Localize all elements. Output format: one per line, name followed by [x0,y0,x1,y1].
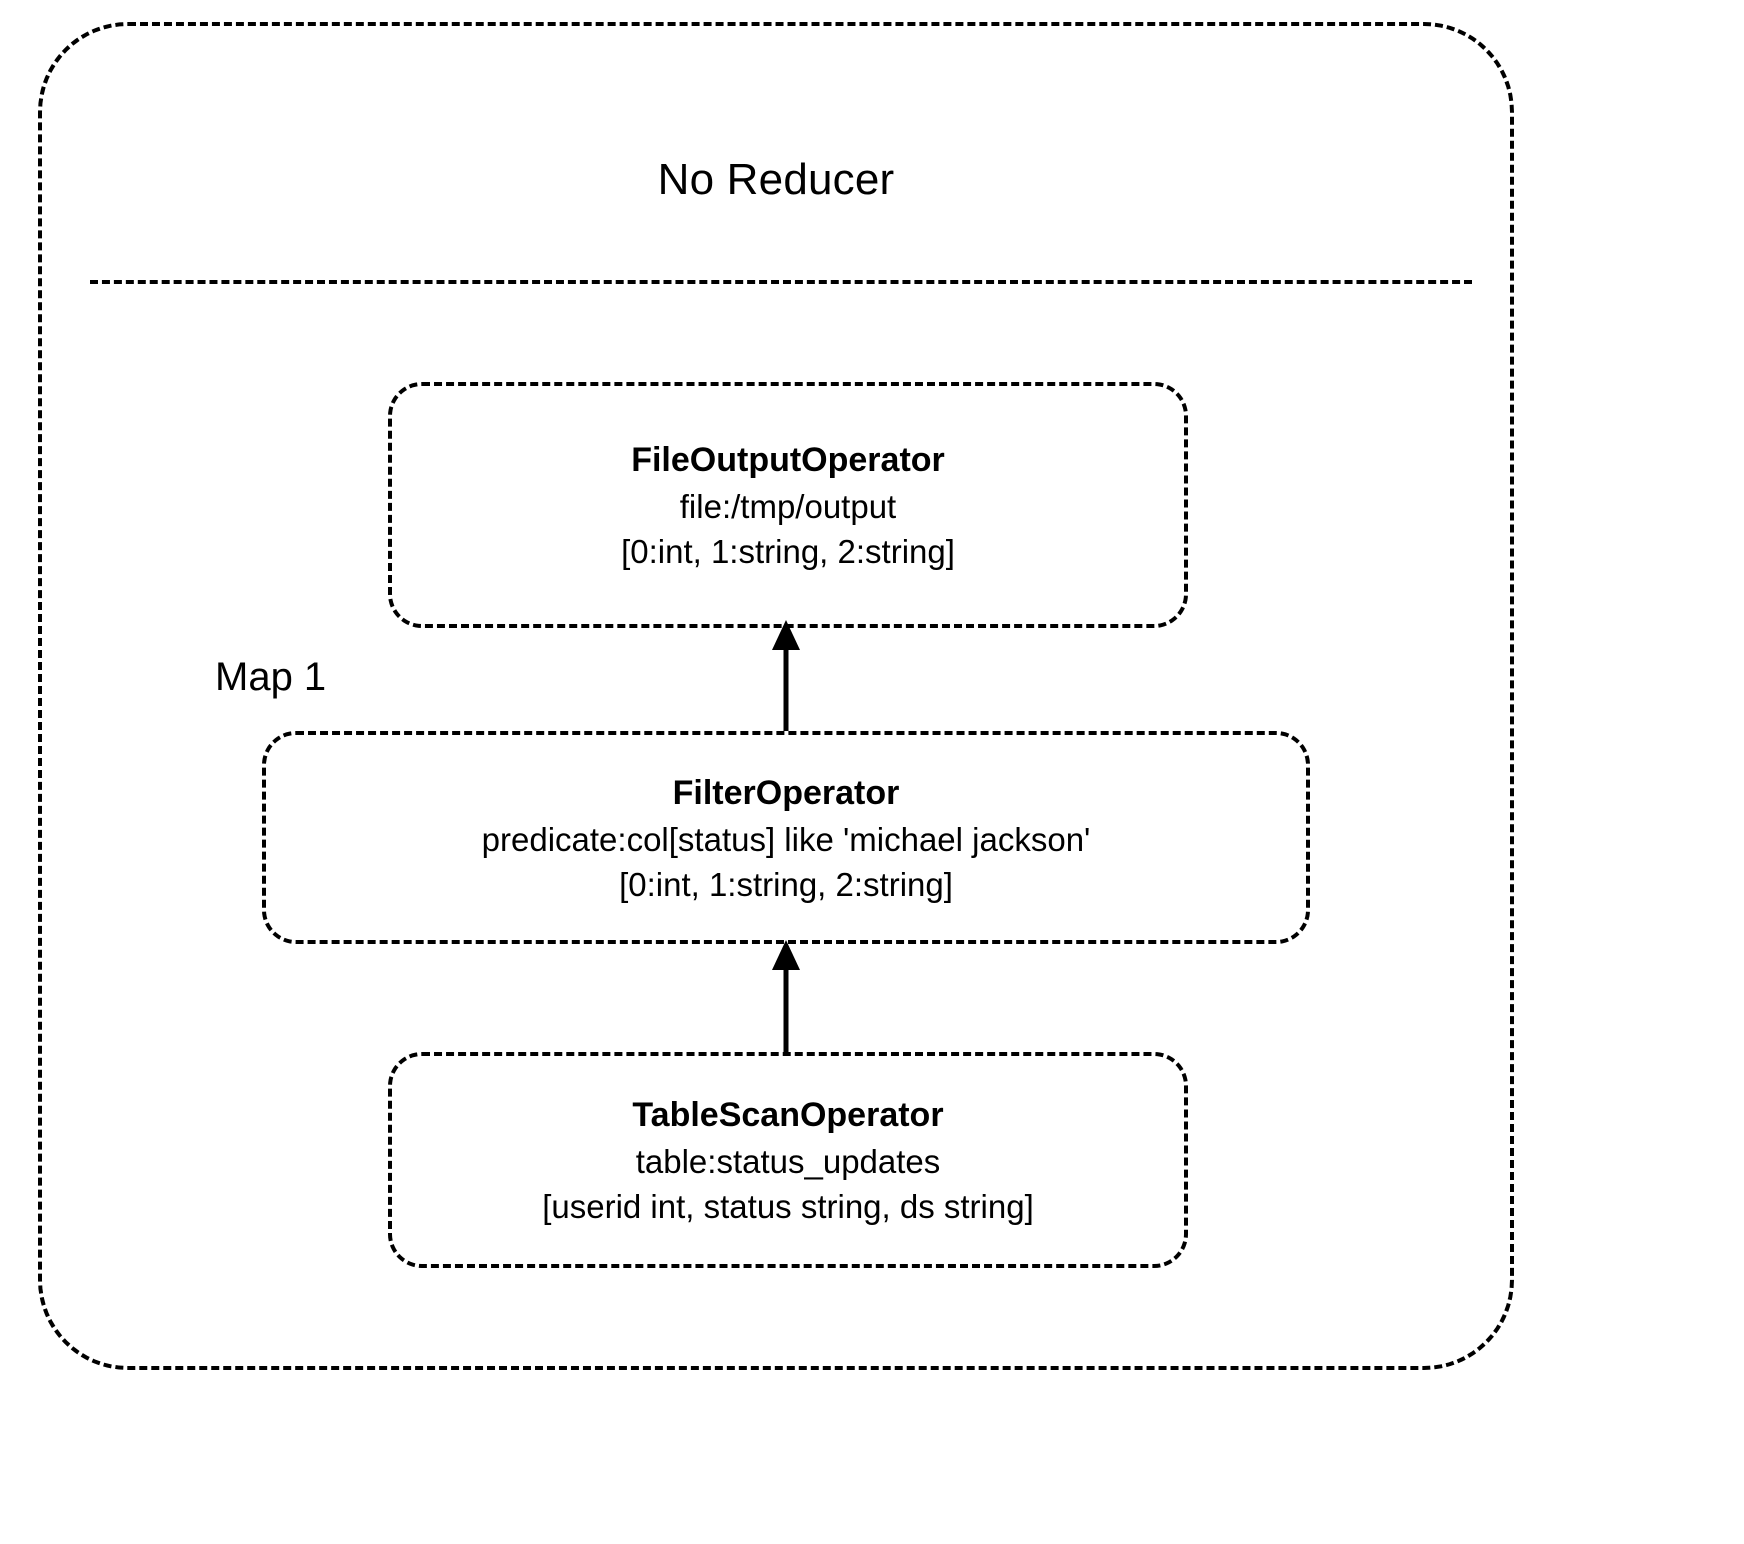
vertex-label-map-1: Map 1 [215,655,327,699]
edge-filter-to-file-output-arrow [760,620,812,736]
operator-node-file-output-operator[interactable]: FileOutputOperator file:/tmp/output [0:i… [388,382,1188,628]
operator-detail: predicate:col[status] like 'michael jack… [481,820,1091,858]
operator-schema: [userid int, status string, ds string] [542,1188,1034,1225]
operator-title: FilterOperator [672,773,900,812]
diagram-canvas: No Reducer FileOutputOperator file:/tmp/… [0,0,1744,1544]
stage-title-divider [90,280,1472,284]
operator-schema: [0:int, 1:string, 2:string] [621,533,955,570]
operator-schema: [0:int, 1:string, 2:string] [619,865,953,903]
operator-node-filter-operator[interactable]: FilterOperator predicate:col[status] lik… [262,731,1310,944]
edge-table-scan-to-filter-arrow [760,940,812,1056]
operator-title: TableScanOperator [632,1096,944,1134]
stage-title: No Reducer [657,155,895,204]
operator-detail: file:/tmp/output [679,488,897,525]
operator-detail: table:status_updates [635,1143,941,1180]
operator-title: FileOutputOperator [631,441,945,479]
operator-node-table-scan-operator[interactable]: TableScanOperator table:status_updates [… [388,1052,1188,1268]
